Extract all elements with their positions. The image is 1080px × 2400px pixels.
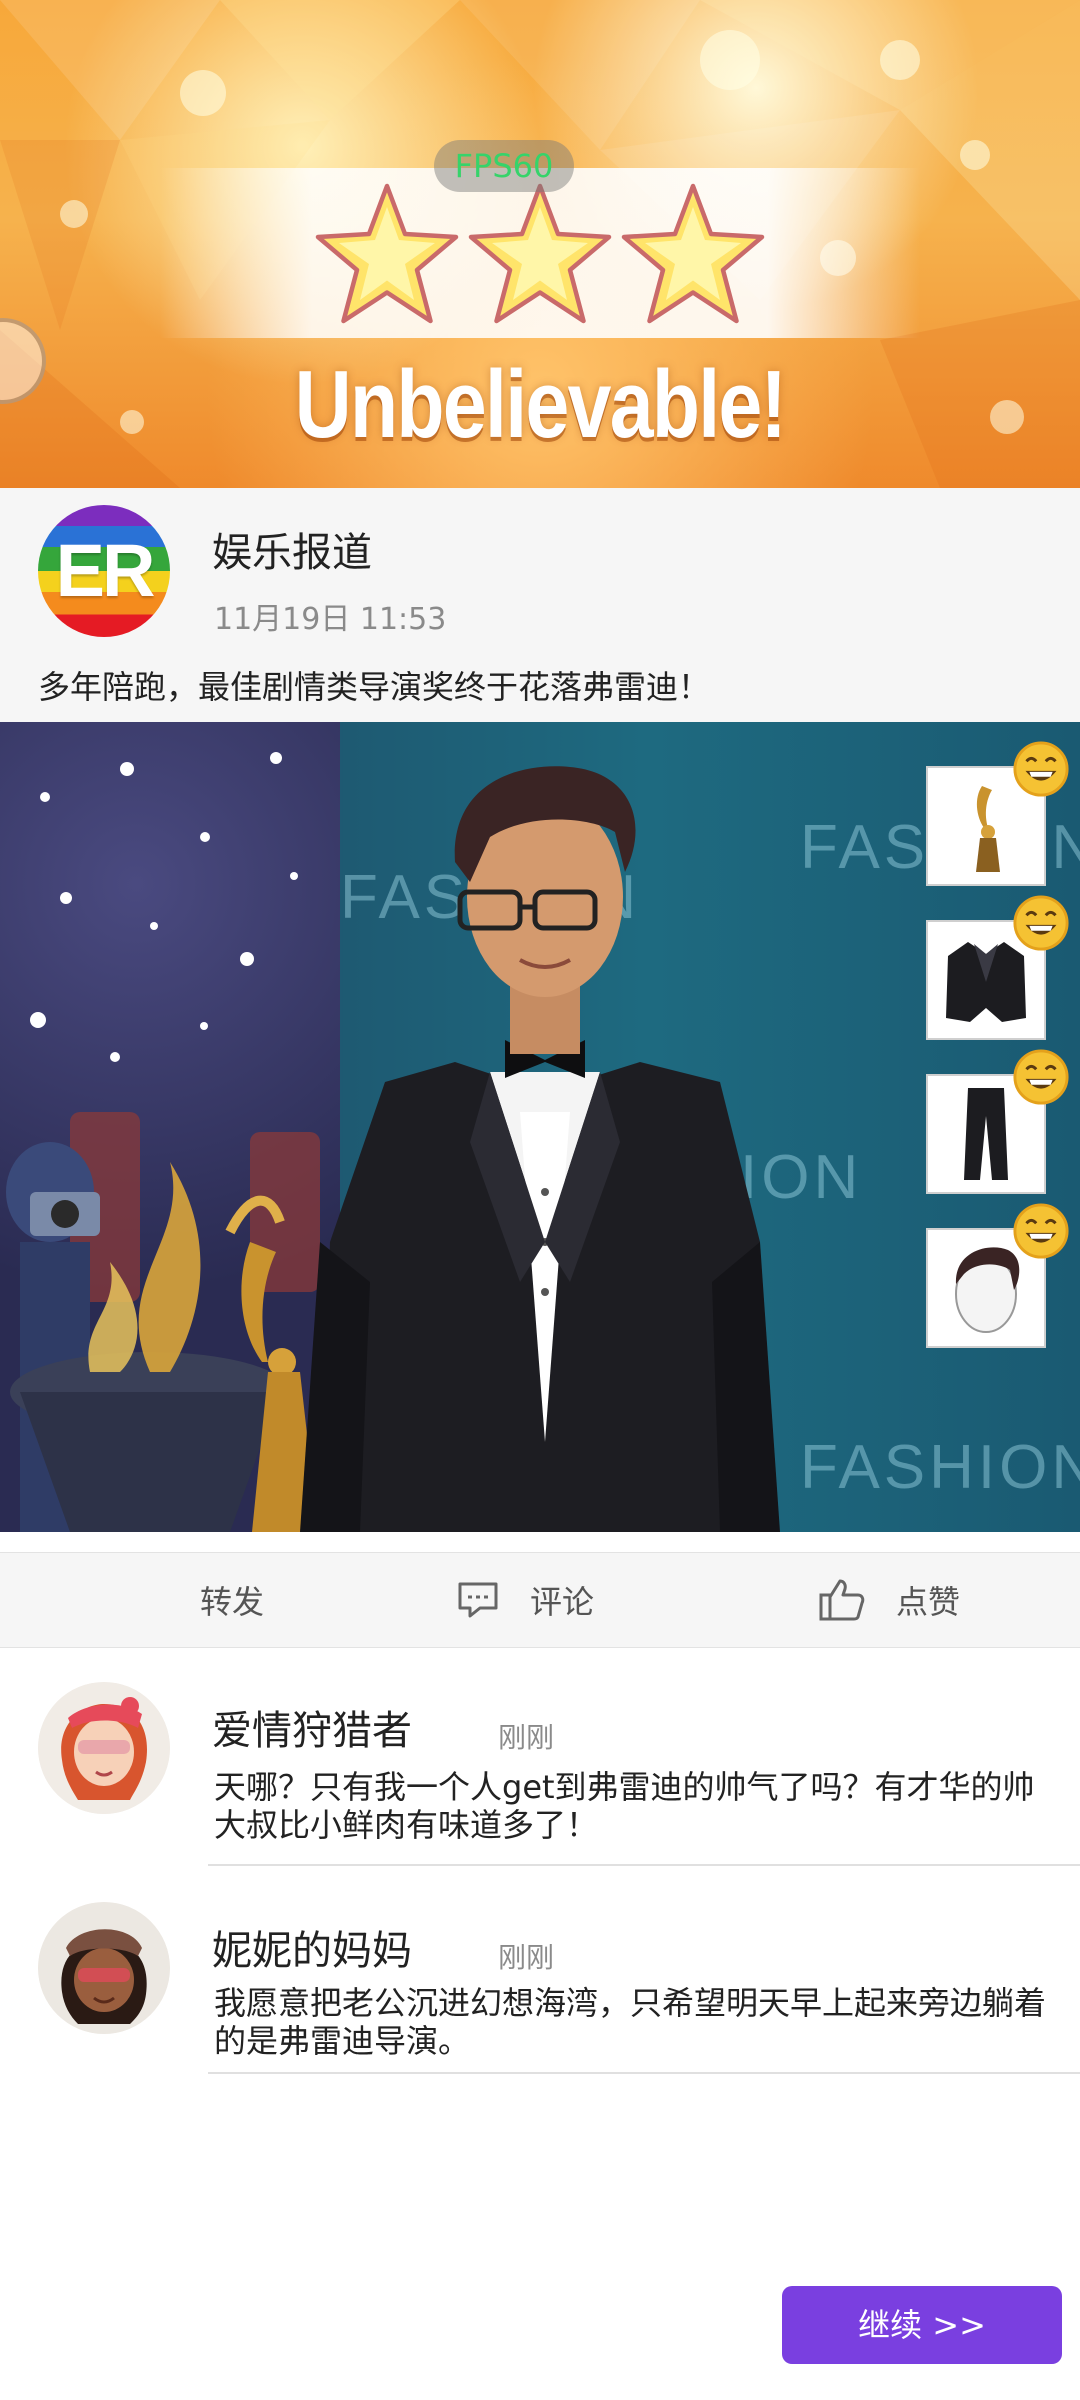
- result-title: Unbelievable!: [294, 351, 787, 458]
- post-image: FASHION FASHION ION FASHION: [0, 722, 1080, 1532]
- result-banner: FPS60 Unbelievable!: [0, 0, 1080, 488]
- avatar[interactable]: [38, 1902, 170, 2034]
- share-label: 转发: [200, 1583, 265, 1621]
- continue-button[interactable]: 继续 >>: [782, 2286, 1062, 2364]
- thumbs-up-icon: [819, 1579, 865, 1621]
- post-timestamp: 11月19日 11:53: [214, 602, 447, 637]
- post-text: 多年陪跑，最佳剧情类导演奖终于花落弗雷迪！: [38, 668, 711, 706]
- avatar[interactable]: [38, 1682, 170, 1814]
- star-icon: [621, 183, 765, 324]
- comment-text: 我愿意把老公沉进幻想海湾，只希望明天早上起来旁边躺着的是弗雷迪导演。: [214, 1984, 1047, 2060]
- comment-text: 天哪？只有我一个人get到弗雷迪的帅气了吗？有才华的帅大叔比小鲜肉有味道多了！: [214, 1768, 1035, 1844]
- avatar[interactable]: ER: [38, 505, 170, 637]
- like-button[interactable]: 点赞: [818, 1553, 960, 1647]
- scene-artwork: [6, 766, 780, 1532]
- smiley-icon: [1013, 1203, 1069, 1259]
- comment-author[interactable]: 妮妮的妈妈: [212, 1918, 412, 1976]
- comment-button[interactable]: 评论: [456, 1553, 594, 1647]
- share-button[interactable]: 转发: [200, 1553, 264, 1647]
- smiley-icon: [1013, 1049, 1069, 1105]
- post-action-bar: 转发 评论 点赞: [0, 1552, 1080, 1648]
- avatar-label: ER: [55, 529, 156, 612]
- comment-timestamp: 刚刚: [498, 1721, 555, 1754]
- comment-label: 评论: [530, 1583, 595, 1621]
- comment-icon: [458, 1582, 498, 1618]
- like-label: 点赞: [896, 1583, 961, 1621]
- fps-indicator: FPS60: [434, 140, 574, 192]
- smiley-icon: [1013, 895, 1069, 951]
- divider: [208, 2072, 1080, 2074]
- post-author[interactable]: 娱乐报道: [212, 520, 372, 578]
- divider: [208, 1864, 1080, 1866]
- comment-timestamp: 刚刚: [498, 1941, 555, 1974]
- comment-author[interactable]: 爱情狩猎者: [212, 1698, 412, 1756]
- star-icon: [468, 183, 612, 324]
- star-icon: [315, 183, 459, 324]
- smiley-icon: [1013, 741, 1069, 797]
